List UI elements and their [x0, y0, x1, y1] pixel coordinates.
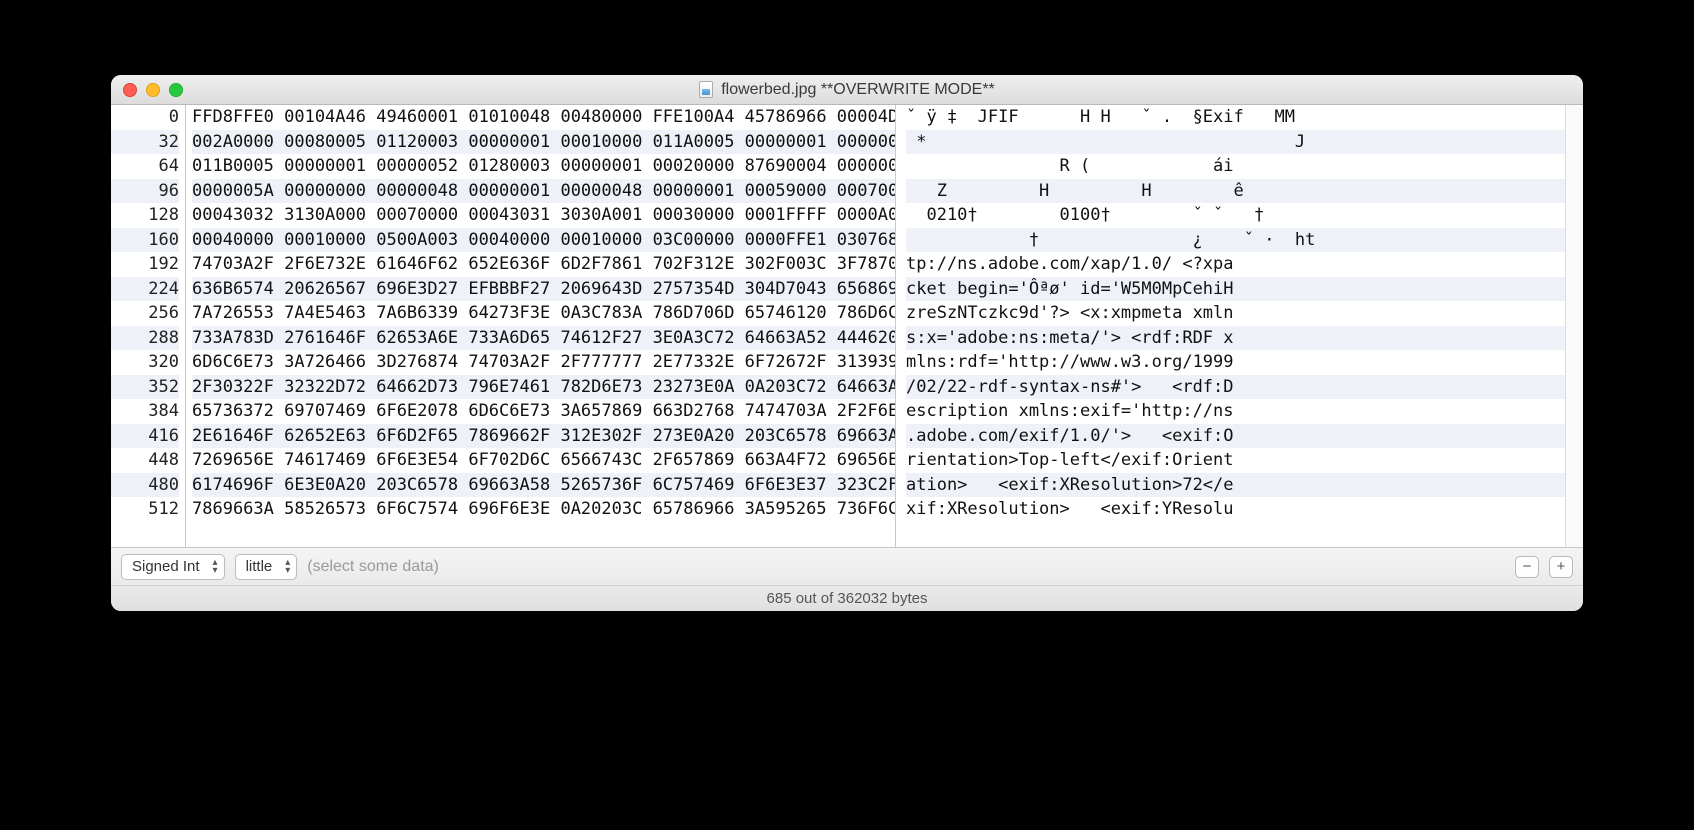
ascii-cell[interactable]: R ( ái	[906, 154, 1565, 179]
hex-cell[interactable]: 7869663A 58526573 6F6C7574 696F6E3E 0A20…	[192, 497, 895, 522]
hex-cell[interactable]: 6D6C6E73 3A726466 3D276874 74703A2F 2F77…	[192, 350, 895, 375]
hex-cell[interactable]: 00040000 00010000 0500A003 00040000 0001…	[192, 228, 895, 253]
offset-cell[interactable]: 480	[111, 473, 179, 498]
offset-cell[interactable]: 96	[111, 179, 179, 204]
hex-cell[interactable]: 6174696F 6E3E0A20 203C6578 69663A58 5265…	[192, 473, 895, 498]
offset-cell[interactable]: 128	[111, 203, 179, 228]
hex-column[interactable]: FFD8FFE0 00104A46 49460001 01010048 0048…	[186, 105, 896, 547]
plus-button[interactable]: +	[1549, 556, 1573, 578]
offset-cell[interactable]: 288	[111, 326, 179, 351]
ascii-cell[interactable]: * J	[906, 130, 1565, 155]
offset-cell[interactable]: 160	[111, 228, 179, 253]
hex-cell[interactable]: 636B6574 20626567 696E3D27 EFBBBF27 2069…	[192, 277, 895, 302]
offset-cell[interactable]: 64	[111, 154, 179, 179]
hex-cell[interactable]: 2E61646F 62652E63 6F6D2F65 7869662F 312E…	[192, 424, 895, 449]
offset-cell[interactable]: 416	[111, 424, 179, 449]
type-select-value: Signed Int	[132, 558, 200, 575]
status-text: 685 out of 362032 bytes	[767, 590, 928, 607]
offset-cell[interactable]: 32	[111, 130, 179, 155]
inspector-placeholder: (select some data)	[307, 558, 439, 576]
offset-cell[interactable]: 512	[111, 497, 179, 522]
offset-cell[interactable]: 192	[111, 252, 179, 277]
hex-cell[interactable]: 7269656E 74617469 6F6E3E54 6F702D6C 6566…	[192, 448, 895, 473]
ascii-cell[interactable]: cket begin='Ôªø' id='W5M0MpCehiH	[906, 277, 1565, 302]
ascii-cell[interactable]: tp://ns.adobe.com/xap/1.0/ <?xpa	[906, 252, 1565, 277]
offset-cell[interactable]: 256	[111, 301, 179, 326]
hex-cell[interactable]: 65736372 69707469 6F6E2078 6D6C6E73 3A65…	[192, 399, 895, 424]
chevron-updown-icon: ▴▾	[213, 559, 218, 575]
hex-cell[interactable]: 002A0000 00080005 01120003 00000001 0001…	[192, 130, 895, 155]
ascii-cell[interactable]: Z H H ê	[906, 179, 1565, 204]
offset-cell[interactable]: 384	[111, 399, 179, 424]
window-title: flowerbed.jpg **OVERWRITE MODE**	[111, 81, 1583, 99]
chevron-updown-icon: ▴▾	[285, 559, 290, 575]
offset-cell[interactable]: 0	[111, 105, 179, 130]
ascii-cell[interactable]: ation> <exif:XResolution>72</e	[906, 473, 1565, 498]
hex-cell[interactable]: FFD8FFE0 00104A46 49460001 01010048 0048…	[192, 105, 895, 130]
hex-content: 0326496128160192224256288320352384416448…	[111, 105, 1583, 547]
hex-cell[interactable]: 2F30322F 32322D72 64662D73 796E7461 782D…	[192, 375, 895, 400]
ascii-cell[interactable]: mlns:rdf='http://www.w3.org/1999	[906, 350, 1565, 375]
endian-select[interactable]: little ▴▾	[235, 554, 298, 580]
ascii-column[interactable]: ˇ ÿ ‡ JFIF H H ˇ . §Exif MM * J R ( ái Z…	[896, 105, 1565, 547]
ascii-cell[interactable]: † ¿ ˇ · ht	[906, 228, 1565, 253]
hex-cell[interactable]: 0000005A 00000000 00000048 00000001 0000…	[192, 179, 895, 204]
ascii-cell[interactable]: rientation>Top-left</exif:Orient	[906, 448, 1565, 473]
ascii-cell[interactable]: xif:XResolution> <exif:YResolu	[906, 497, 1565, 522]
offset-column[interactable]: 0326496128160192224256288320352384416448…	[111, 105, 186, 547]
document-icon	[699, 81, 713, 98]
titlebar[interactable]: flowerbed.jpg **OVERWRITE MODE**	[111, 75, 1583, 105]
ascii-cell[interactable]: escription xmlns:exif='http://ns	[906, 399, 1565, 424]
endian-select-value: little	[246, 558, 273, 575]
scrollbar[interactable]	[1565, 105, 1583, 547]
ascii-cell[interactable]: zreSzNTczkc9d'?> <x:xmpmeta xmln	[906, 301, 1565, 326]
offset-cell[interactable]: 352	[111, 375, 179, 400]
minus-button[interactable]: −	[1515, 556, 1539, 578]
ascii-cell[interactable]: 0210† 0100† ˇ ˇ †	[906, 203, 1565, 228]
type-select[interactable]: Signed Int ▴▾	[121, 554, 225, 580]
hex-cell[interactable]: 733A783D 2761646F 62653A6E 733A6D65 7461…	[192, 326, 895, 351]
inspector-bar: Signed Int ▴▾ little ▴▾ (select some dat…	[111, 547, 1583, 585]
title-text: flowerbed.jpg **OVERWRITE MODE**	[721, 81, 995, 99]
ascii-cell[interactable]: s:x='adobe:ns:meta/'> <rdf:RDF x	[906, 326, 1565, 351]
ascii-cell[interactable]: ˇ ÿ ‡ JFIF H H ˇ . §Exif MM	[906, 105, 1565, 130]
ascii-cell[interactable]: .adobe.com/exif/1.0/'> <exif:O	[906, 424, 1565, 449]
offset-cell[interactable]: 448	[111, 448, 179, 473]
ascii-cell[interactable]: /02/22-rdf-syntax-ns#'> <rdf:D	[906, 375, 1565, 400]
hex-cell[interactable]: 011B0005 00000001 00000052 01280003 0000…	[192, 154, 895, 179]
hex-editor-window: flowerbed.jpg **OVERWRITE MODE** 0326496…	[111, 75, 1583, 611]
status-bar: 685 out of 362032 bytes	[111, 585, 1583, 611]
hex-cell[interactable]: 7A726553 7A4E5463 7A6B6339 64273F3E 0A3C…	[192, 301, 895, 326]
hex-cell[interactable]: 74703A2F 2F6E732E 61646F62 652E636F 6D2F…	[192, 252, 895, 277]
hex-cell[interactable]: 00043032 3130A000 00070000 00043031 3030…	[192, 203, 895, 228]
offset-cell[interactable]: 224	[111, 277, 179, 302]
offset-cell[interactable]: 320	[111, 350, 179, 375]
